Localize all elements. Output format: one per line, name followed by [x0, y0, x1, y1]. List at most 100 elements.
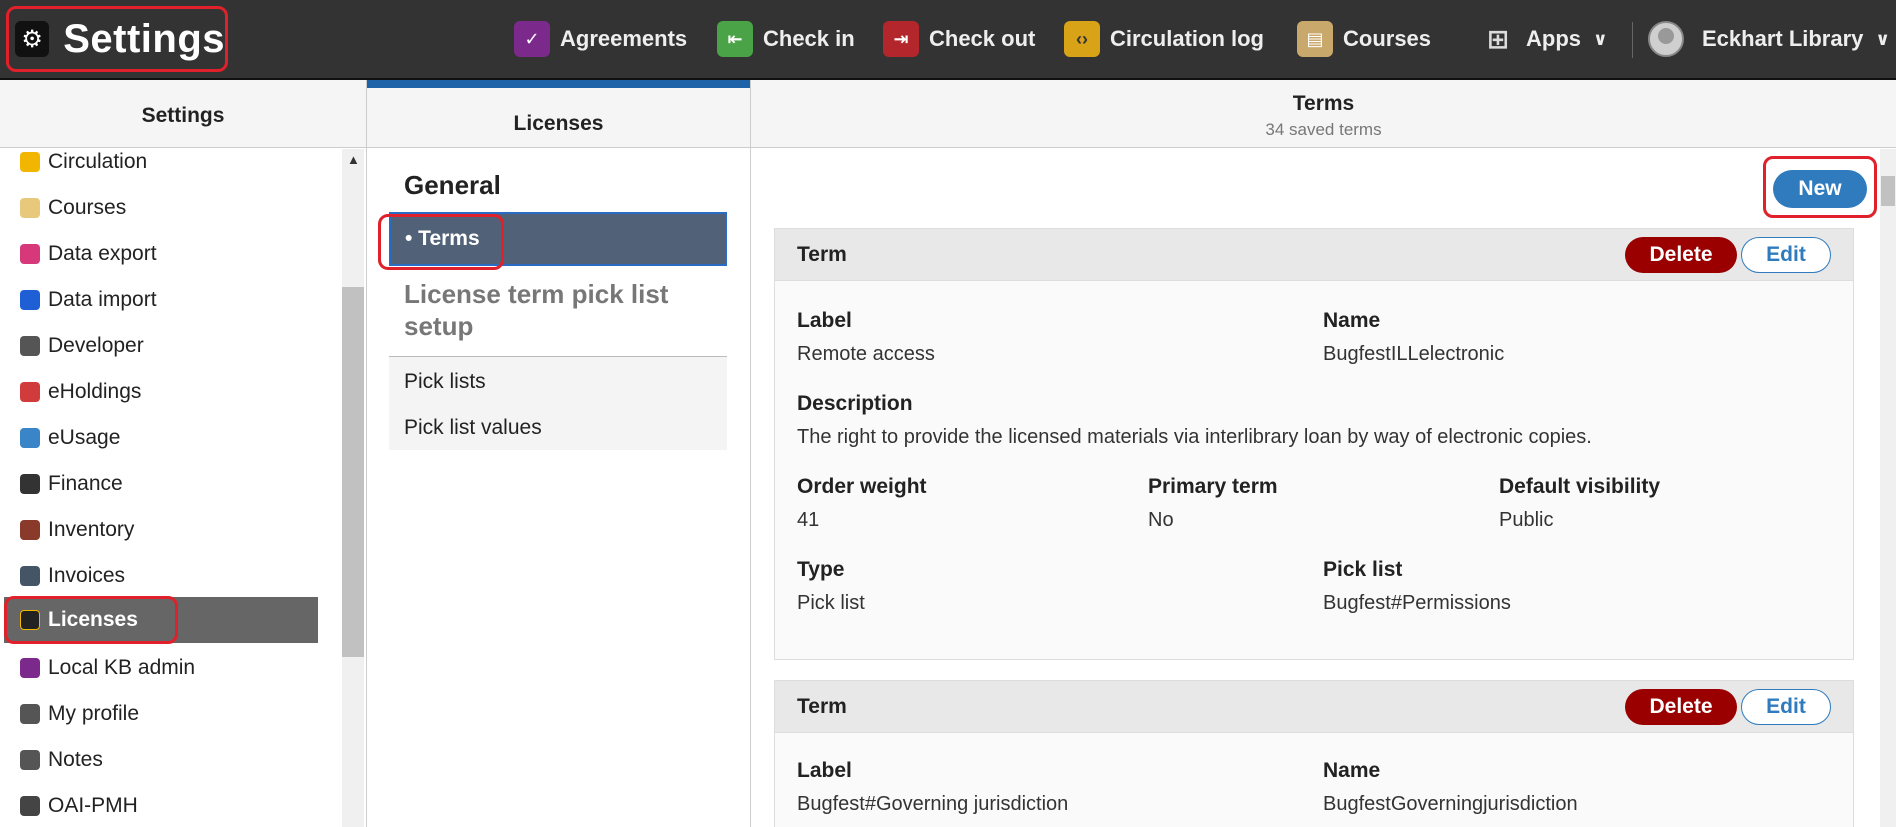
invoices-icon — [20, 566, 40, 586]
nav-courses-label: Courses — [1343, 26, 1432, 51]
order-weight-field-label: Order weight — [797, 475, 927, 498]
nav-agreements[interactable]: ✓ Agreements — [514, 20, 687, 58]
settings-item-developer[interactable]: Developer — [20, 323, 144, 369]
name-field-label: Name — [1323, 309, 1381, 332]
terms-pane-header: Terms 34 saved terms — [751, 80, 1896, 148]
settings-item-eusage[interactable]: eUsage — [20, 415, 120, 461]
settings-item-inventory[interactable]: Inventory — [20, 507, 134, 553]
nav-check-out-label: Check out — [929, 26, 1036, 51]
pane-divider — [750, 80, 751, 827]
name-field-value: BugfestGoverningjurisdiction — [1323, 793, 1578, 815]
terms-scrollbar[interactable] — [1880, 149, 1896, 827]
new-term-button[interactable]: New — [1773, 170, 1867, 208]
settings-item-label: Invoices — [48, 564, 126, 587]
edit-term-button[interactable]: Edit — [1741, 689, 1831, 725]
edit-term-button[interactable]: Edit — [1741, 237, 1831, 273]
label-field-label: Label — [797, 309, 852, 332]
settings-pane-title: Settings — [141, 104, 225, 127]
label-field-label: Label — [797, 759, 852, 782]
user-name: Eckhart Library — [1702, 26, 1864, 51]
eusage-icon — [20, 428, 40, 448]
developer-icon — [20, 336, 40, 356]
default-visibility-field-value: Public — [1499, 509, 1554, 531]
settings-item-invoices[interactable]: Invoices — [20, 553, 125, 599]
nav-circulation-log-label: Circulation log — [1110, 26, 1264, 51]
circulation-icon — [20, 152, 40, 172]
settings-nav-list: Circulation Courses Data export Data imp… — [0, 149, 318, 827]
gear-icon: ⚙ — [15, 21, 50, 57]
settings-item-label: Circulation — [48, 150, 148, 173]
pick-list-field-label: Pick list — [1323, 558, 1403, 581]
term-card-title: Term — [797, 243, 847, 266]
settings-pane-header: Settings — [0, 80, 366, 148]
settings-item-label: Developer — [48, 334, 144, 357]
order-weight-field-value: 41 — [797, 509, 820, 531]
settings-item-label: eUsage — [48, 426, 121, 449]
finance-icon — [20, 474, 40, 494]
local-kb-admin-icon — [20, 658, 40, 678]
nav-courses[interactable]: ▤ Courses — [1297, 20, 1431, 58]
settings-item-data-export[interactable]: Data export — [20, 231, 157, 277]
notes-icon — [20, 750, 40, 770]
settings-item-local-kb-admin[interactable]: Local KB admin — [20, 645, 195, 691]
name-field-value: BugfestILLelectronic — [1323, 343, 1505, 365]
primary-term-field-value: No — [1148, 509, 1174, 531]
apps-grid-icon: ⊞ — [1487, 23, 1509, 54]
settings-item-notes[interactable]: Notes — [20, 737, 103, 783]
name-field-label: Name — [1323, 759, 1381, 782]
inventory-icon — [20, 520, 40, 540]
nav-circulation-log[interactable]: ‹› Circulation log — [1064, 20, 1264, 58]
settings-item-eholdings[interactable]: eHoldings — [20, 369, 141, 415]
check-in-icon: ⇤ — [717, 21, 753, 57]
delete-term-button[interactable]: Delete — [1625, 689, 1737, 725]
agreements-icon: ✓ — [514, 21, 550, 57]
circulation-log-icon: ‹› — [1064, 21, 1100, 57]
pane-divider — [366, 80, 367, 827]
picklist-section-title: License term pick list setup — [404, 279, 669, 341]
term-card-header: Term Delete Edit — [775, 681, 1853, 733]
scroll-up-arrow-icon[interactable]: ▲ — [347, 152, 360, 167]
licenses-pane-header: Licenses — [367, 80, 750, 148]
chevron-down-icon: ∨ — [1875, 28, 1891, 49]
user-menu[interactable]: Eckhart Library ∨ — [1648, 20, 1890, 58]
courses-icon — [20, 198, 40, 218]
avatar — [1648, 21, 1684, 57]
pick-list-field-value: Bugfest#Permissions — [1323, 592, 1511, 614]
settings-item-oai-pmh[interactable]: OAI-PMH — [20, 783, 138, 827]
licenses-icon — [20, 610, 40, 630]
check-out-icon: ⇥ — [883, 21, 919, 57]
settings-item-finance[interactable]: Finance — [20, 461, 123, 507]
app-title: Settings — [63, 16, 225, 61]
primary-term-field-label: Primary term — [1148, 475, 1278, 498]
term-card-header: Term Delete Edit — [775, 229, 1853, 281]
settings-item-label: Inventory — [48, 518, 135, 541]
app-brand[interactable]: ⚙ Settings — [6, 6, 228, 72]
settings-item-label: Licenses — [48, 608, 138, 631]
settings-item-data-import[interactable]: Data import — [20, 277, 157, 323]
oai-pmh-icon — [20, 796, 40, 816]
settings-item-courses[interactable]: Courses — [20, 185, 126, 231]
nav-apps[interactable]: ⊞ Apps ∨ — [1480, 20, 1608, 58]
settings-item-label: eHoldings — [48, 380, 142, 403]
delete-term-button[interactable]: Delete — [1625, 237, 1737, 273]
licenses-nav-pick-list-values[interactable]: Pick list values — [404, 416, 542, 440]
settings-item-label: Local KB admin — [48, 656, 196, 679]
type-field-label: Type — [797, 558, 845, 581]
settings-item-label: My profile — [48, 702, 140, 725]
nav-divider — [1632, 22, 1633, 58]
settings-item-licenses[interactable]: Licenses — [4, 597, 318, 643]
courses-icon: ▤ — [1297, 21, 1333, 57]
data-import-icon — [20, 290, 40, 310]
settings-scrollbar-thumb[interactable] — [342, 287, 364, 657]
licenses-pane-title: Licenses — [513, 112, 604, 135]
nav-check-in[interactable]: ⇤ Check in — [717, 20, 855, 58]
terms-scrollbar-thumb[interactable] — [1881, 176, 1895, 206]
data-export-icon — [20, 244, 40, 264]
nav-check-out[interactable]: ⇥ Check out — [883, 20, 1035, 58]
licenses-nav-pick-lists[interactable]: Pick lists — [404, 370, 486, 394]
settings-item-circulation[interactable]: Circulation — [20, 149, 147, 185]
settings-item-my-profile[interactable]: My profile — [20, 691, 139, 737]
licenses-nav-terms[interactable]: • Terms — [389, 212, 727, 266]
settings-item-label: Courses — [48, 196, 127, 219]
term-card-title: Term — [797, 695, 847, 718]
